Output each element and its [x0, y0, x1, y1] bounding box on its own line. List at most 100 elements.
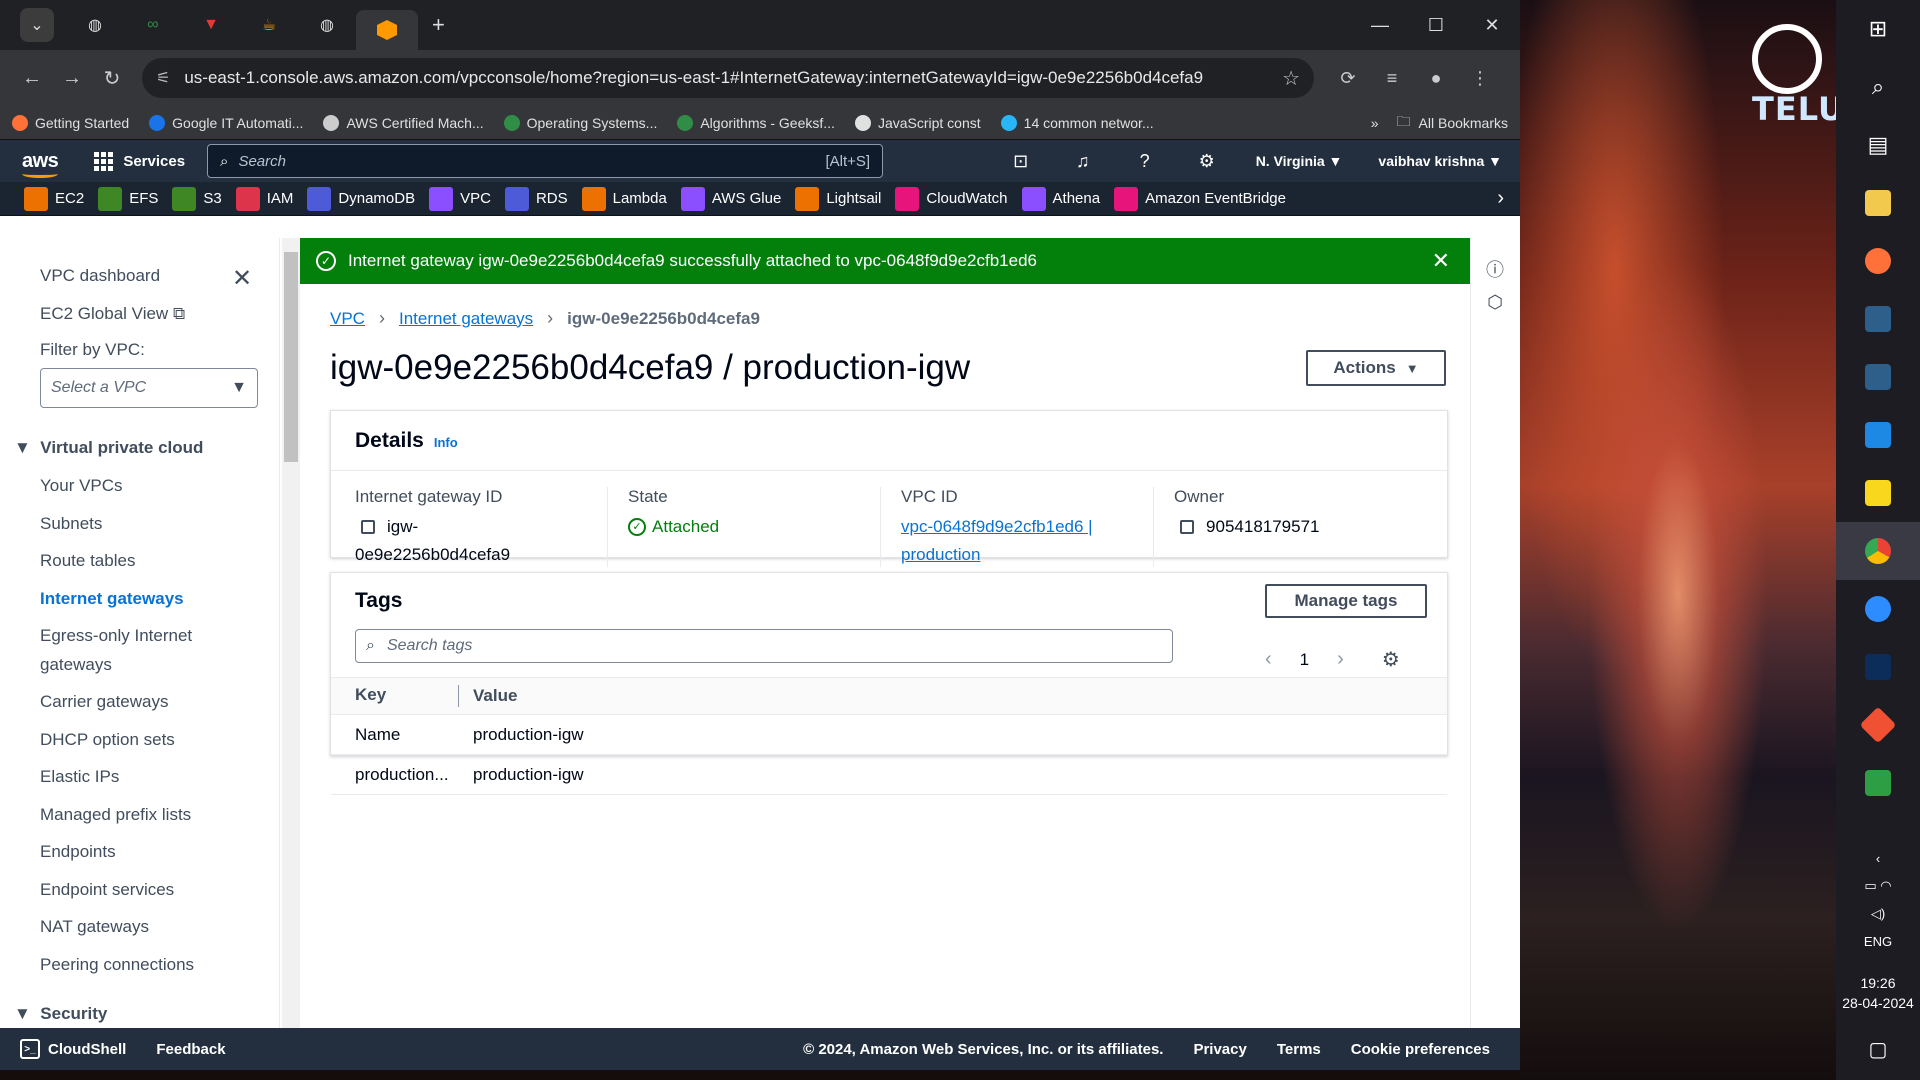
bookmark-item[interactable]: 14 common networ...	[1000, 114, 1154, 131]
account-menu[interactable]: vaibhav krishna ▼	[1378, 153, 1502, 169]
bookmarks-more-icon[interactable]: »	[1371, 115, 1379, 131]
bookmark-item[interactable]: Operating Systems...	[503, 114, 657, 131]
cookie-preferences-link[interactable]: Cookie preferences	[1351, 1041, 1490, 1058]
cloudshell-icon[interactable]: ⊡	[990, 151, 1052, 172]
manage-tags-button[interactable]: Manage tags	[1265, 584, 1427, 618]
clock[interactable]: 19:26 28-04-2024	[1842, 973, 1914, 1013]
site-info-icon[interactable]: ⚟	[156, 68, 170, 88]
notifications-icon[interactable]: ▢	[1869, 1031, 1888, 1068]
sticky-notes-icon[interactable]	[1836, 464, 1920, 522]
tags-search-input[interactable]: ⌕ Search tags	[355, 629, 1173, 663]
sidebar-item[interactable]: NAT gateways	[40, 917, 149, 937]
sidebar-item[interactable]: Internet gateways	[40, 589, 184, 609]
notifications-bell-icon[interactable]: ♫	[1052, 151, 1114, 172]
minimize-icon[interactable]: —	[1352, 15, 1408, 36]
bookmark-item[interactable]: Algorithms - Geeksf...	[677, 114, 835, 131]
favorite-service-s3[interactable]: S3	[172, 186, 222, 211]
git-icon[interactable]	[1836, 696, 1920, 754]
task-view-icon[interactable]: ▤	[1836, 116, 1920, 174]
terminal-icon[interactable]	[1836, 638, 1920, 696]
copy-icon[interactable]	[361, 520, 375, 534]
sidebar-item[interactable]: Managed prefix lists	[40, 805, 191, 825]
cloudshell-button[interactable]: >_ CloudShell	[20, 1039, 126, 1059]
tab-java-icon[interactable]: ☕	[252, 8, 286, 42]
bookmark-item[interactable]: Getting Started	[12, 114, 129, 131]
aws-search-input[interactable]: ⌕ Search [Alt+S]	[207, 144, 884, 178]
terms-link[interactable]: Terms	[1277, 1041, 1321, 1058]
column-key[interactable]: Key	[331, 685, 459, 707]
bookmark-item[interactable]: AWS Certified Mach...	[323, 114, 484, 131]
tab-globe-icon[interactable]: ◍	[78, 8, 112, 42]
firefox-icon[interactable]	[1836, 232, 1920, 290]
vpc-id-link[interactable]: vpc-0648f9d9e2cfb1ed6 | production	[901, 517, 1093, 564]
all-bookmarks[interactable]: All Bookmarks	[1419, 115, 1508, 131]
sidebar-item[interactable]: Endpoints	[40, 842, 116, 862]
privacy-link[interactable]: Privacy	[1193, 1041, 1246, 1058]
chevron-left-icon[interactable]: ‹	[1876, 845, 1880, 872]
windows-start-icon[interactable]: ⊞	[1836, 0, 1920, 58]
sidebar-item[interactable]: Subnets	[40, 514, 102, 534]
page-number[interactable]: 1	[1300, 650, 1309, 670]
battery-wifi-icon[interactable]: ▭ ◠	[1864, 872, 1891, 900]
sidebar-item[interactable]: Elastic IPs	[40, 767, 119, 787]
sidebar-section-security[interactable]: ▼ Security	[14, 1004, 107, 1024]
favorite-service-aws-glue[interactable]: AWS Glue	[680, 186, 781, 211]
favorite-service-athena[interactable]: Athena	[1021, 186, 1100, 211]
chevron-right-icon[interactable]: ›	[1497, 187, 1504, 210]
favorite-service-rds[interactable]: RDS	[504, 186, 568, 211]
sidebar-ec2-global-view[interactable]: EC2 Global View ⧉	[40, 304, 185, 324]
tab-vivaldi-icon[interactable]: ▼	[194, 8, 228, 42]
favorite-service-efs[interactable]: EFS	[98, 186, 158, 211]
favorite-service-lightsail[interactable]: Lightsail	[795, 186, 881, 211]
favorite-service-cloudwatch[interactable]: CloudWatch	[895, 186, 1008, 211]
mysql-workbench-icon[interactable]	[1836, 290, 1920, 348]
breadcrumb-vpc[interactable]: VPC	[330, 309, 365, 329]
table-settings-gear-icon[interactable]: ⚙	[1382, 647, 1400, 672]
sidebar-scrollbar[interactable]	[282, 238, 300, 1028]
sidebar-item[interactable]: Endpoint services	[40, 880, 174, 900]
chevron-left-icon[interactable]: ‹	[1265, 648, 1272, 671]
back-icon[interactable]: ←	[12, 67, 52, 90]
reload-icon[interactable]: ↻	[92, 66, 132, 91]
forward-icon[interactable]: →	[52, 67, 92, 90]
close-sidebar-icon[interactable]: ✕	[232, 264, 252, 293]
actions-button[interactable]: Actions ▼	[1306, 350, 1446, 386]
favorite-service-vpc[interactable]: VPC	[429, 186, 491, 211]
copy-icon[interactable]	[1180, 520, 1195, 534]
mysql-workbench-2-icon[interactable]	[1836, 348, 1920, 406]
info-link[interactable]: Info	[434, 435, 458, 450]
sidebar-item[interactable]: DHCP option sets	[40, 730, 175, 750]
maximize-icon[interactable]: ☐	[1408, 15, 1464, 36]
aws-logo[interactable]: aws	[22, 150, 59, 178]
chrome-icon[interactable]	[1836, 522, 1920, 580]
feedback-link[interactable]: Feedback	[156, 1041, 225, 1058]
sidebar-item[interactable]: gateways	[40, 655, 112, 675]
breadcrumb-internet-gateways[interactable]: Internet gateways	[399, 309, 533, 329]
bookmark-star-icon[interactable]: ☆	[1282, 66, 1300, 91]
tab-search-icon[interactable]: ⌄	[20, 8, 54, 42]
bookmark-item[interactable]: Google IT Automati...	[149, 114, 303, 131]
extension-icon[interactable]: ⟳	[1326, 68, 1370, 89]
reading-list-icon[interactable]: ≡	[1370, 68, 1414, 89]
favorite-service-lambda[interactable]: Lambda	[581, 186, 667, 211]
dismiss-flash-icon[interactable]: ✕	[1432, 248, 1450, 274]
help-icon[interactable]: ?	[1114, 151, 1176, 172]
bookmark-item[interactable]: JavaScript const	[854, 114, 981, 131]
sidebar-item[interactable]: Route tables	[40, 551, 135, 571]
new-tab-icon[interactable]: +	[432, 12, 445, 38]
chevron-right-icon[interactable]: ›	[1337, 648, 1344, 671]
vscode-icon[interactable]	[1836, 406, 1920, 464]
favorite-service-amazon-eventbridge[interactable]: Amazon EventBridge	[1114, 186, 1286, 211]
region-selector[interactable]: N. Virginia ▼	[1256, 153, 1343, 169]
tab-aws-active[interactable]	[356, 10, 418, 50]
sidebar-item[interactable]: Your VPCs	[40, 476, 123, 496]
sidebar-item[interactable]: Carrier gateways	[40, 692, 169, 712]
volume-icon[interactable]: ◁)	[1871, 900, 1885, 928]
profile-avatar[interactable]: ●	[1414, 68, 1458, 89]
sidebar-section-vpc[interactable]: ▼ Virtual private cloud	[14, 438, 203, 458]
search-icon[interactable]: ⌕	[1836, 58, 1920, 116]
sidebar-item[interactable]: Peering connections	[40, 955, 194, 975]
sidebar-vpc-dashboard[interactable]: VPC dashboard	[40, 266, 160, 286]
menu-icon[interactable]: ⋮	[1458, 68, 1502, 89]
file-explorer-icon[interactable]	[1836, 174, 1920, 232]
